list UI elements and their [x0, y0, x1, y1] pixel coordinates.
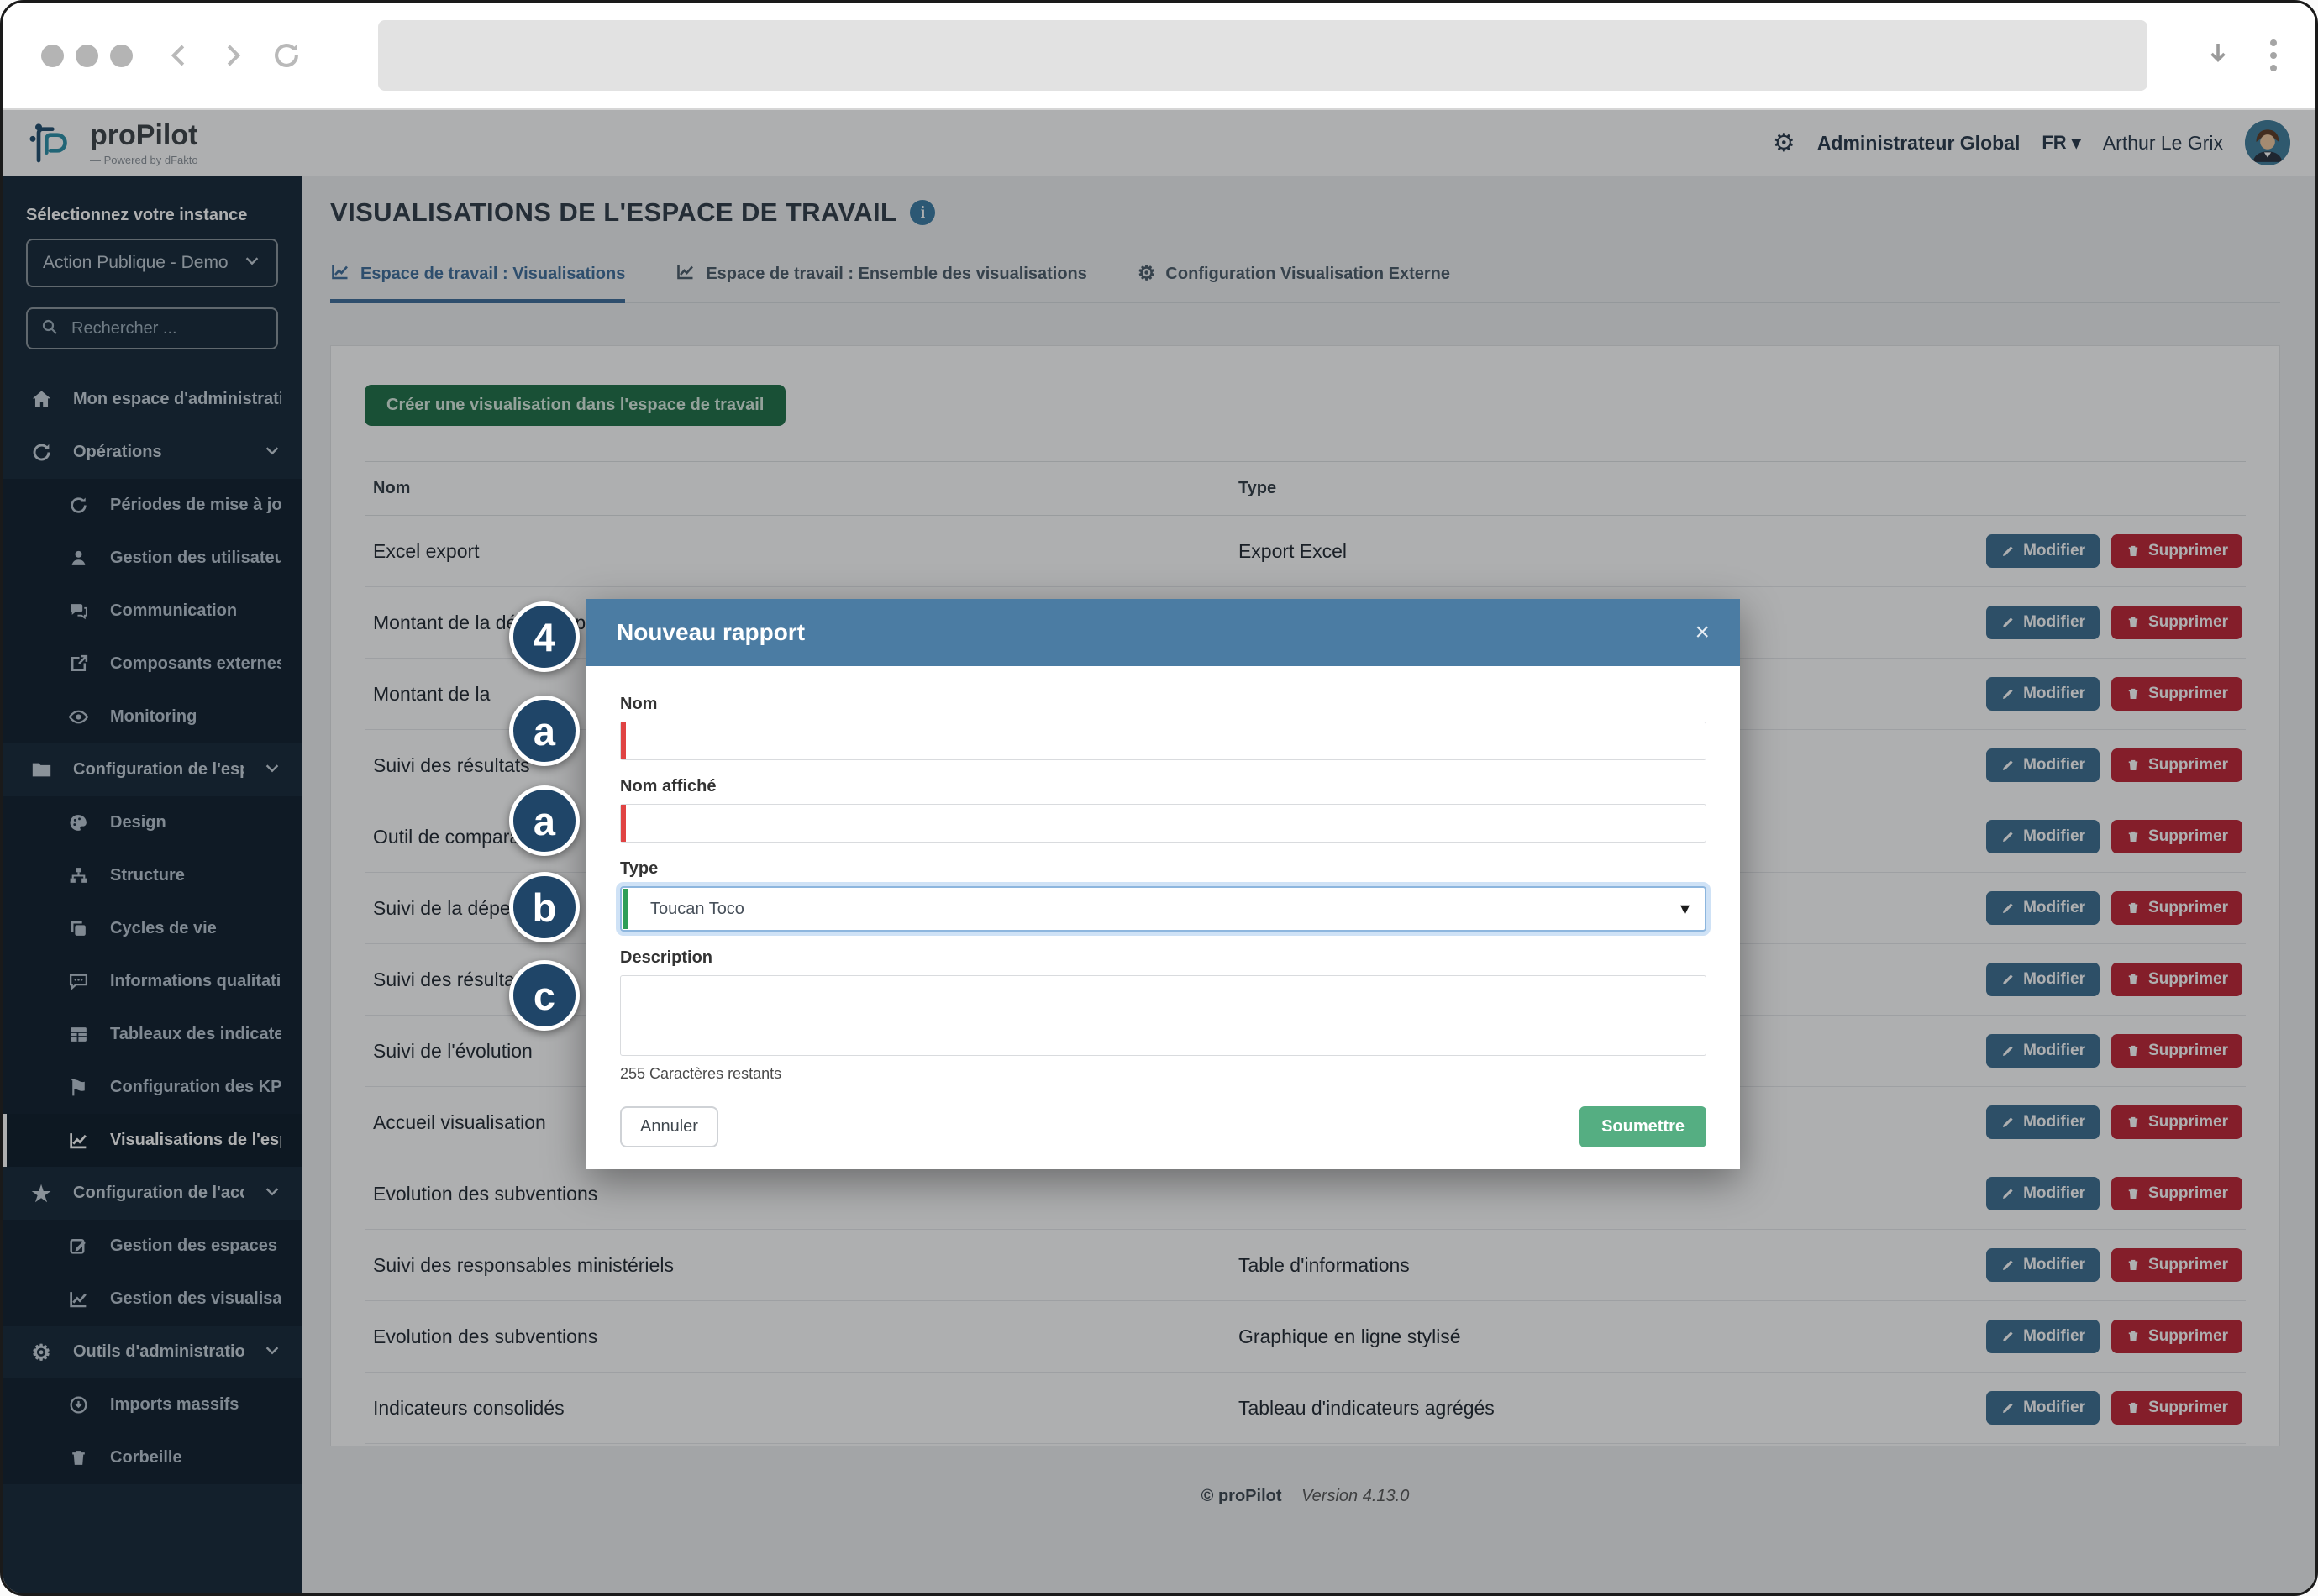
- modal-title: Nouveau rapport: [617, 619, 806, 645]
- invalid-indicator: [621, 805, 626, 842]
- refresh-icon[interactable]: [271, 39, 302, 71]
- description-label: Description: [620, 948, 713, 967]
- back-icon[interactable]: [163, 39, 195, 71]
- annotation-badge-c: c: [509, 960, 580, 1031]
- characters-remaining: 255 Caractères restants: [620, 1065, 782, 1082]
- address-bar[interactable]: [378, 20, 2147, 91]
- browser-chrome: [3, 3, 2315, 110]
- type-select[interactable]: Toucan Toco ▾: [620, 886, 1706, 932]
- annotation-badge-a: a: [509, 785, 580, 856]
- annotation-badge-a: a: [509, 696, 580, 766]
- download-icon[interactable]: [2203, 39, 2233, 73]
- cancel-button[interactable]: Annuler: [620, 1106, 718, 1147]
- submit-button[interactable]: Soumettre: [1579, 1106, 1706, 1147]
- browser-window: proPilot — Powered by dFakto ⚙ Administr…: [0, 0, 2318, 1596]
- forward-icon[interactable]: [217, 39, 249, 71]
- menu-kebab-icon[interactable]: [2270, 39, 2277, 71]
- valid-indicator: [623, 889, 628, 929]
- window-controls[interactable]: [41, 44, 133, 67]
- annotation-badge-4: 4: [509, 601, 580, 672]
- nom-affiche-label: Nom affiché: [620, 777, 717, 795]
- chevron-down-icon: ▾: [1679, 898, 1690, 919]
- type-label: Type: [620, 859, 659, 878]
- invalid-indicator: [621, 722, 626, 759]
- description-field[interactable]: [620, 975, 1706, 1056]
- annotation-badge-b: b: [509, 872, 580, 942]
- new-report-modal: Nouveau rapport × Nom Nom affiché Type T…: [586, 599, 1740, 1169]
- nom-label: Nom: [620, 695, 658, 713]
- close-icon[interactable]: ×: [1695, 620, 1710, 645]
- app-root: proPilot — Powered by dFakto ⚙ Administr…: [3, 110, 2315, 1593]
- nom-affiche-field[interactable]: [620, 804, 1706, 843]
- nom-field[interactable]: [620, 722, 1706, 760]
